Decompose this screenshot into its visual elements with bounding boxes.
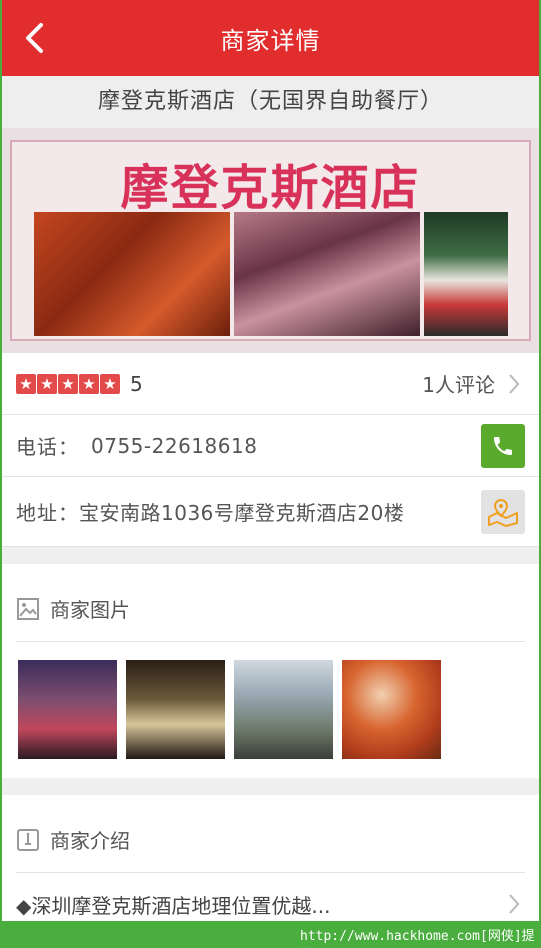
- title-bar: 商家详情: [2, 0, 539, 76]
- back-arrow-icon: [26, 23, 43, 53]
- address-text: 宝安南路1036号摩登克斯酒店20楼: [79, 501, 405, 525]
- image-icon: [16, 597, 40, 621]
- shop-info-card: ★ ★ ★ ★ ★ 5 1人评论 电话： 0755-22618618 地址： 宝…: [2, 353, 539, 547]
- info-icon: [16, 828, 40, 852]
- page-title: 商家详情: [220, 26, 321, 55]
- call-button[interactable]: [481, 423, 525, 468]
- chevron-right-icon: [503, 373, 525, 395]
- rating-stars: ★ ★ ★ ★ ★: [16, 373, 120, 394]
- address-label: 地址：: [16, 501, 79, 525]
- app-screen: 商家详情 摩登克斯酒店（无国界自助餐厅） 摩登克斯酒店 ★ ★ ★ ★ ★ 5 …: [2, 0, 539, 921]
- back-button[interactable]: [16, 20, 52, 56]
- section-gap: [2, 778, 539, 795]
- section-gap: [2, 547, 539, 564]
- photo-gallery: [2, 642, 539, 778]
- banner-photo-sushi: [424, 212, 508, 336]
- intro-section: 商家介绍 ◆深圳摩登克斯酒店地理位置优越...: [2, 795, 539, 921]
- photos-section: 商家图片: [2, 564, 539, 778]
- reviews-count[interactable]: 1人评论: [422, 369, 495, 398]
- rating-row[interactable]: ★ ★ ★ ★ ★ 5 1人评论: [2, 353, 539, 415]
- shop-banner-image: 摩登克斯酒店: [2, 128, 539, 353]
- star-icon: ★: [58, 373, 78, 394]
- gallery-photo-3[interactable]: [234, 660, 333, 759]
- phone-number: 0755-22618618: [91, 433, 258, 458]
- address-row: 地址： 宝安南路1036号摩登克斯酒店20楼: [2, 477, 539, 547]
- photos-section-header: 商家图片: [2, 564, 539, 641]
- gallery-photo-2[interactable]: [126, 660, 225, 759]
- photos-section-title: 商家图片: [50, 598, 130, 622]
- banner-photo-crabs: [34, 212, 230, 336]
- star-icon: ★: [37, 373, 57, 394]
- star-icon: ★: [79, 373, 99, 394]
- phone-label: 电话：: [16, 435, 79, 459]
- chevron-right-icon: [503, 893, 525, 915]
- star-icon: ★: [16, 373, 36, 394]
- banner-photo-seafood: [234, 212, 420, 336]
- intro-summary-row[interactable]: ◆深圳摩登克斯酒店地理位置优越...: [2, 873, 539, 921]
- intro-summary-text: ◆深圳摩登克斯酒店地理位置优越...: [16, 893, 331, 918]
- watermark-text: http://www.hackhome.com[网侠]提供: [300, 929, 535, 944]
- intro-section-header: 商家介绍: [2, 795, 539, 872]
- intro-section-title: 商家介绍: [50, 829, 130, 853]
- banner-text: 摩登克斯酒店: [120, 160, 421, 216]
- gallery-photo-4[interactable]: [342, 660, 441, 759]
- phone-icon: [494, 436, 512, 455]
- map-button[interactable]: [481, 489, 525, 534]
- banner-frame: 摩登克斯酒店: [10, 140, 531, 341]
- rating-score: 5: [130, 371, 143, 396]
- gallery-photo-1[interactable]: [18, 660, 117, 759]
- phone-row: 电话： 0755-22618618: [2, 415, 539, 477]
- star-icon: ★: [100, 373, 120, 394]
- shop-name: 摩登克斯酒店（无国界自助餐厅）: [2, 76, 539, 128]
- map-location-icon: [488, 498, 518, 527]
